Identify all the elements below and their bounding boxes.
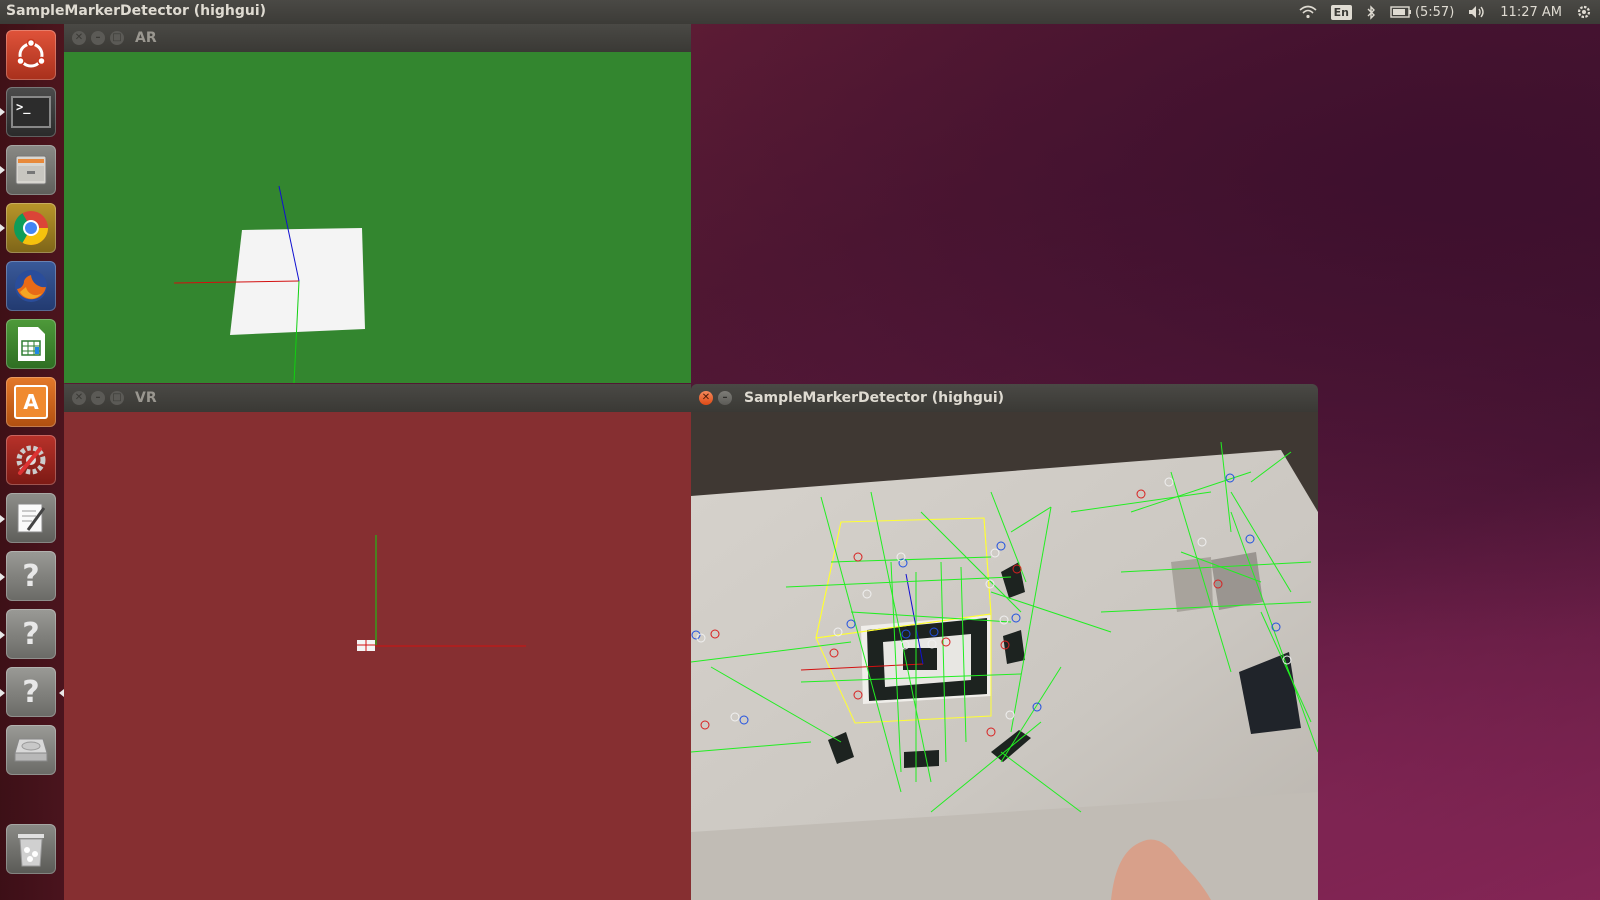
chrome-icon — [14, 211, 48, 245]
launcher-system-settings[interactable] — [6, 435, 56, 485]
ar-window: ✕ – □ AR — [64, 24, 691, 383]
close-icon: ✕ — [74, 32, 84, 43]
running-indicator — [0, 166, 5, 174]
ubuntu-logo-icon — [16, 38, 46, 68]
trash-icon — [18, 834, 44, 867]
sound-indicator[interactable] — [1468, 5, 1486, 19]
close-button[interactable]: ✕ — [699, 391, 713, 405]
vr-canvas[interactable] — [64, 412, 691, 900]
launcher-terminal[interactable]: >_ — [6, 87, 56, 137]
maximize-icon: □ — [112, 392, 122, 403]
minimize-button[interactable]: – — [91, 31, 105, 45]
close-button[interactable]: ✕ — [72, 31, 86, 45]
ar-window-title: AR — [135, 30, 157, 46]
maximize-button[interactable]: □ — [110, 31, 124, 45]
firefox-icon — [15, 270, 47, 302]
close-icon: ✕ — [701, 392, 711, 403]
bluetooth-icon — [1367, 4, 1375, 20]
launcher-trash[interactable] — [6, 824, 56, 874]
minimize-button[interactable]: – — [91, 391, 105, 405]
launcher-unknown-app-1[interactable]: ? — [6, 551, 56, 601]
text-editor-icon — [17, 503, 46, 533]
detector-window-title: SampleMarkerDetector (highgui) — [744, 390, 1005, 406]
vr-window: ✕ – □ VR — [64, 384, 691, 900]
battery-icon — [1390, 6, 1411, 18]
clock[interactable]: 11:27 AM — [1500, 5, 1562, 20]
gear-icon — [1577, 5, 1591, 19]
question-mark-icon: ? — [22, 616, 40, 652]
maximize-icon: □ — [112, 32, 122, 43]
file-cabinet-icon — [15, 155, 47, 185]
speaker-icon — [1469, 6, 1484, 18]
launcher: >_ A ? ? ? — [0, 24, 65, 900]
session-menu[interactable] — [1576, 4, 1592, 20]
launcher-firefox[interactable] — [6, 261, 56, 311]
maximize-button[interactable]: □ — [110, 391, 124, 405]
minimize-button[interactable]: – — [718, 391, 732, 405]
running-indicator — [0, 515, 5, 523]
top-panel: SampleMarkerDetector (highgui) En (5:57) — [0, 0, 1600, 24]
running-indicator — [0, 573, 5, 581]
ar-canvas[interactable] — [64, 52, 691, 383]
question-mark-icon: ? — [22, 558, 40, 594]
terminal-icon: >_ — [11, 96, 51, 128]
running-indicator — [0, 689, 5, 697]
keyboard-layout-badge: En — [1330, 4, 1352, 20]
minimize-icon: – — [95, 392, 101, 403]
running-indicator — [0, 108, 5, 116]
launcher-calc[interactable] — [6, 319, 56, 369]
battery-time: (5:57) — [1414, 4, 1455, 20]
running-indicator — [0, 224, 5, 232]
launcher-unknown-app-2[interactable]: ? — [6, 609, 56, 659]
vr-window-title: VR — [135, 390, 157, 406]
camera-feed[interactable] — [691, 412, 1318, 900]
shopping-bag-icon: A — [14, 385, 48, 419]
active-window-title: SampleMarkerDetector (highgui) — [6, 3, 267, 19]
wrench-gear-icon — [16, 445, 46, 475]
detector-titlebar[interactable]: ✕ – SampleMarkerDetector (highgui) — [691, 384, 1318, 412]
indicator-area: En (5:57) 11:27 AM — [1299, 0, 1592, 24]
wifi-icon — [1299, 5, 1317, 19]
minimize-icon: – — [722, 392, 728, 403]
launcher-disk[interactable] — [6, 725, 56, 775]
ar-titlebar[interactable]: ✕ – □ AR — [64, 24, 691, 52]
vr-scene — [357, 535, 526, 651]
launcher-files[interactable] — [6, 145, 56, 195]
detector-window: ✕ – SampleMarkerDetector (highgui) — [691, 384, 1318, 900]
close-button[interactable]: ✕ — [72, 391, 86, 405]
camera-frame — [691, 412, 1318, 900]
spreadsheet-icon — [18, 327, 45, 361]
close-icon: ✕ — [74, 392, 84, 403]
ar-scene — [173, 185, 365, 383]
launcher-text-editor[interactable] — [6, 493, 56, 543]
launcher-software-center[interactable]: A — [6, 377, 56, 427]
launcher-chrome[interactable] — [6, 203, 56, 253]
launcher-dash-home[interactable] — [6, 30, 56, 80]
minimize-icon: – — [95, 32, 101, 43]
keyboard-indicator[interactable]: En — [1330, 4, 1352, 20]
hard-disk-icon — [14, 738, 48, 762]
battery-indicator[interactable]: (5:57) — [1390, 5, 1454, 20]
wifi-indicator[interactable] — [1299, 5, 1317, 19]
vr-titlebar[interactable]: ✕ – □ VR — [64, 384, 691, 412]
bluetooth-indicator[interactable] — [1366, 4, 1376, 20]
running-indicator — [0, 631, 5, 639]
launcher-unknown-app-3[interactable]: ? — [6, 667, 56, 717]
question-mark-icon: ? — [22, 674, 40, 710]
